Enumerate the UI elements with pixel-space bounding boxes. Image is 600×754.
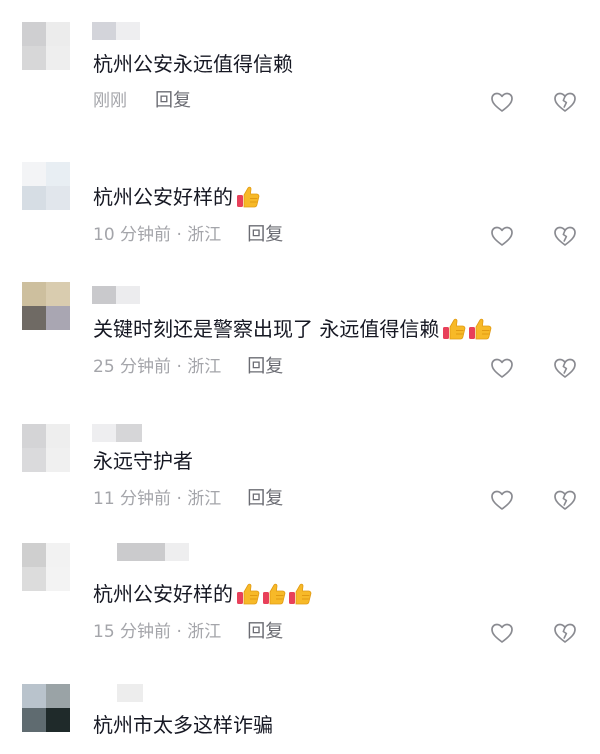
username-block bbox=[116, 424, 142, 442]
thumbs-up-emoji bbox=[469, 318, 492, 340]
avatar-tile bbox=[46, 46, 70, 70]
comment-time: 10 分钟前 bbox=[93, 225, 172, 245]
username-block bbox=[92, 286, 116, 304]
avatar-tile bbox=[22, 162, 46, 186]
reply-button[interactable]: 回复 bbox=[247, 488, 283, 510]
heart-outline-icon[interactable] bbox=[490, 91, 514, 113]
avatar-tile bbox=[22, 282, 46, 306]
username-blurred[interactable] bbox=[117, 684, 143, 702]
username-block bbox=[117, 684, 143, 702]
comment-text-content: 永远守护者 bbox=[93, 449, 193, 473]
avatar-tile bbox=[22, 567, 46, 591]
avatar-tile bbox=[22, 684, 46, 708]
comment-meta: 10 分钟前 · 浙江 回复 bbox=[93, 224, 283, 246]
meta-separator: · bbox=[171, 489, 188, 509]
username-block bbox=[117, 543, 165, 561]
avatar-tile bbox=[22, 46, 46, 70]
heart-outline-icon[interactable] bbox=[490, 357, 514, 379]
meta-separator: · bbox=[171, 622, 188, 642]
emoji-row bbox=[441, 316, 493, 342]
comment-text-content: 杭州公安永远值得信赖 bbox=[93, 52, 293, 76]
emoji-row bbox=[235, 184, 261, 210]
avatar-tile bbox=[22, 424, 46, 448]
reply-button[interactable]: 回复 bbox=[247, 621, 283, 643]
comment-time: 25 分钟前 bbox=[93, 357, 172, 377]
reply-button[interactable]: 回复 bbox=[247, 224, 283, 246]
reply-button[interactable]: 回复 bbox=[155, 90, 191, 112]
thumbs-up-emoji bbox=[237, 186, 260, 208]
heart-outline-icon[interactable] bbox=[490, 489, 514, 511]
comment-text-content: 杭州公安好样的 bbox=[93, 185, 233, 209]
avatar-tile bbox=[46, 448, 70, 472]
comment-text: 永远守护者 bbox=[93, 448, 193, 474]
avatar-tile bbox=[22, 708, 46, 732]
avatar-tile bbox=[46, 684, 70, 708]
comment-text-content: 杭州市太多这样诈骗 bbox=[93, 713, 273, 737]
comment-text: 杭州市太多这样诈骗 bbox=[93, 712, 273, 738]
avatar-tile bbox=[46, 162, 70, 186]
thumbs-up-emoji bbox=[289, 583, 312, 605]
avatar-tile bbox=[46, 186, 70, 210]
reply-button[interactable]: 回复 bbox=[247, 356, 283, 378]
avatar-tile bbox=[22, 448, 46, 472]
avatar-tile bbox=[46, 708, 70, 732]
username-block bbox=[116, 286, 140, 304]
username-block bbox=[92, 424, 116, 442]
avatar[interactable] bbox=[22, 22, 70, 70]
comment-location: 浙江 bbox=[187, 489, 222, 509]
username-block bbox=[92, 22, 116, 40]
username-blurred[interactable] bbox=[92, 424, 142, 442]
comment-time: 11 分钟前 bbox=[93, 489, 172, 509]
comment-text: 杭州公安好样的 bbox=[93, 184, 261, 210]
meta-separator: · bbox=[171, 357, 188, 377]
broken-heart-outline-icon[interactable] bbox=[553, 622, 577, 644]
avatar[interactable] bbox=[22, 162, 70, 210]
broken-heart-outline-icon[interactable] bbox=[553, 225, 577, 247]
username-blurred[interactable] bbox=[92, 22, 140, 40]
comment-location: 浙江 bbox=[187, 225, 222, 245]
username-block bbox=[165, 543, 189, 561]
comment-meta: 15 分钟前 · 浙江 回复 bbox=[93, 621, 283, 643]
comment-location: 浙江 bbox=[187, 622, 222, 642]
comment-text-content: 杭州公安好样的 bbox=[93, 582, 233, 606]
broken-heart-outline-icon[interactable] bbox=[553, 357, 577, 379]
username-blurred[interactable] bbox=[117, 543, 189, 561]
avatar-tile bbox=[46, 424, 70, 448]
username-blurred[interactable] bbox=[92, 286, 140, 304]
comment-location: 浙江 bbox=[187, 357, 222, 377]
comment-text: 关键时刻还是警察出现了 永远值得信赖 bbox=[93, 316, 493, 342]
comment-meta: 11 分钟前 · 浙江 回复 bbox=[93, 488, 283, 510]
thumbs-up-emoji bbox=[237, 583, 260, 605]
avatar[interactable] bbox=[22, 543, 70, 591]
username-block bbox=[116, 22, 140, 40]
thumbs-up-emoji bbox=[443, 318, 466, 340]
comment-text: 杭州公安永远值得信赖 bbox=[93, 51, 293, 77]
avatar-tile bbox=[46, 567, 70, 591]
avatar[interactable] bbox=[22, 684, 70, 732]
comment-meta: 25 分钟前 · 浙江 回复 bbox=[93, 356, 283, 378]
avatar-tile bbox=[46, 543, 70, 567]
meta-separator: · bbox=[171, 225, 188, 245]
broken-heart-outline-icon[interactable] bbox=[553, 489, 577, 511]
emoji-row bbox=[235, 581, 313, 607]
heart-outline-icon[interactable] bbox=[490, 622, 514, 644]
avatar-tile bbox=[22, 306, 46, 330]
comment-text-content: 关键时刻还是警察出现了 永远值得信赖 bbox=[93, 317, 440, 341]
comment-time: 刚刚 bbox=[93, 91, 127, 111]
avatar-tile bbox=[22, 22, 46, 46]
heart-outline-icon[interactable] bbox=[490, 225, 514, 247]
thumbs-up-emoji bbox=[263, 583, 286, 605]
comment-text: 杭州公安好样的 bbox=[93, 581, 313, 607]
avatar-tile bbox=[46, 306, 70, 330]
avatar-tile bbox=[46, 282, 70, 306]
avatar-tile bbox=[22, 543, 46, 567]
avatar[interactable] bbox=[22, 424, 70, 472]
comment-meta: 刚刚 回复 bbox=[93, 90, 191, 112]
avatar-tile bbox=[22, 186, 46, 210]
broken-heart-outline-icon[interactable] bbox=[553, 91, 577, 113]
comment-time: 15 分钟前 bbox=[93, 622, 172, 642]
avatar-tile bbox=[46, 22, 70, 46]
avatar[interactable] bbox=[22, 282, 70, 330]
